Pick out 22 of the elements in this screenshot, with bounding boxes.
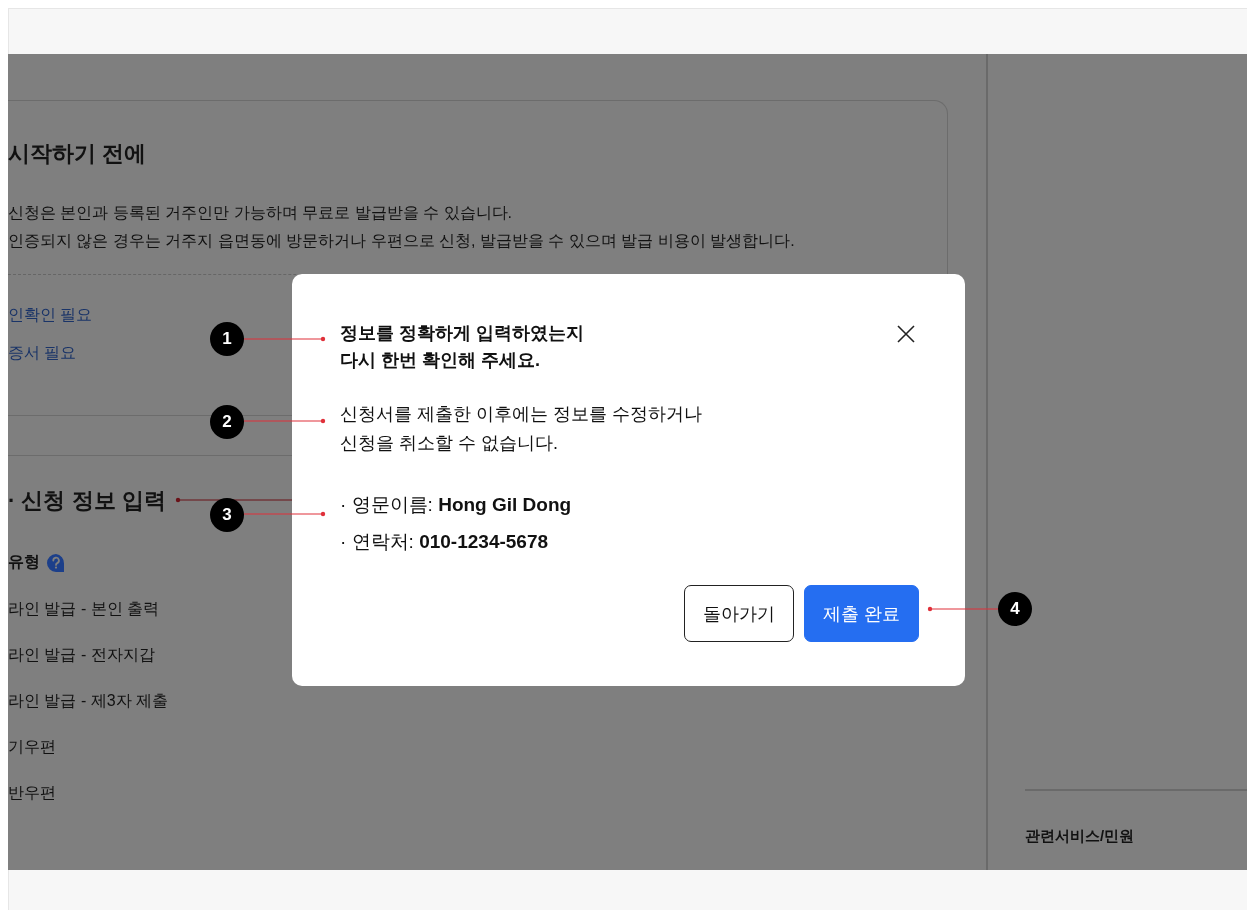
option-label[interactable]: 라인 발급 - 제3자 제출 [8,691,168,711]
close-icon[interactable] [896,324,916,344]
dialog-title: 정보를 정확하게 입력하였는지 다시 한번 확인해 주세요. [340,322,584,372]
notice-text: 인증되지 않은 경우는 거주지 읍면동에 방문하거나 우편으로 신청, 발급받을 수 있으며 발급 비용이 발생합니다. [8,231,795,250]
option-label[interactable]: 라인 발급 - 본인 출력 [8,599,160,619]
requirement-link[interactable]: 인확인 필요 [8,305,93,325]
option-label[interactable]: 라인 발급 - 전자지갑 [8,645,155,665]
option-label[interactable]: 기우편 [8,737,56,757]
submit-button[interactable]: 제출 완료 [804,585,919,642]
section-title: · 신청 정보 입력 [8,487,166,515]
back-button[interactable]: 돌아가기 [684,585,794,642]
field-label: 유형 [8,552,40,572]
section-heading: 시작하기 전에 [8,140,147,168]
detail-line: · 영문이름: Hong Gil Dong [340,493,572,517]
requirement-link[interactable]: 증서 필요 [8,343,77,363]
dialog-message: 신청서를 제출한 이후에는 정보를 수정하거나 신청을 취소할 수 없습니다. [340,403,702,455]
notice-text: 신청은 본인과 등록된 거주인만 가능하며 무료로 발급받을 수 있습니다. [8,203,512,222]
detail-line: · 연락처: 010-1234-5678 [340,530,549,554]
leader-line [927,606,999,612]
option-label[interactable]: 반우편 [8,783,56,803]
help-icon[interactable] [46,552,66,573]
related-title: 관련서비스/민원 [1025,827,1135,846]
